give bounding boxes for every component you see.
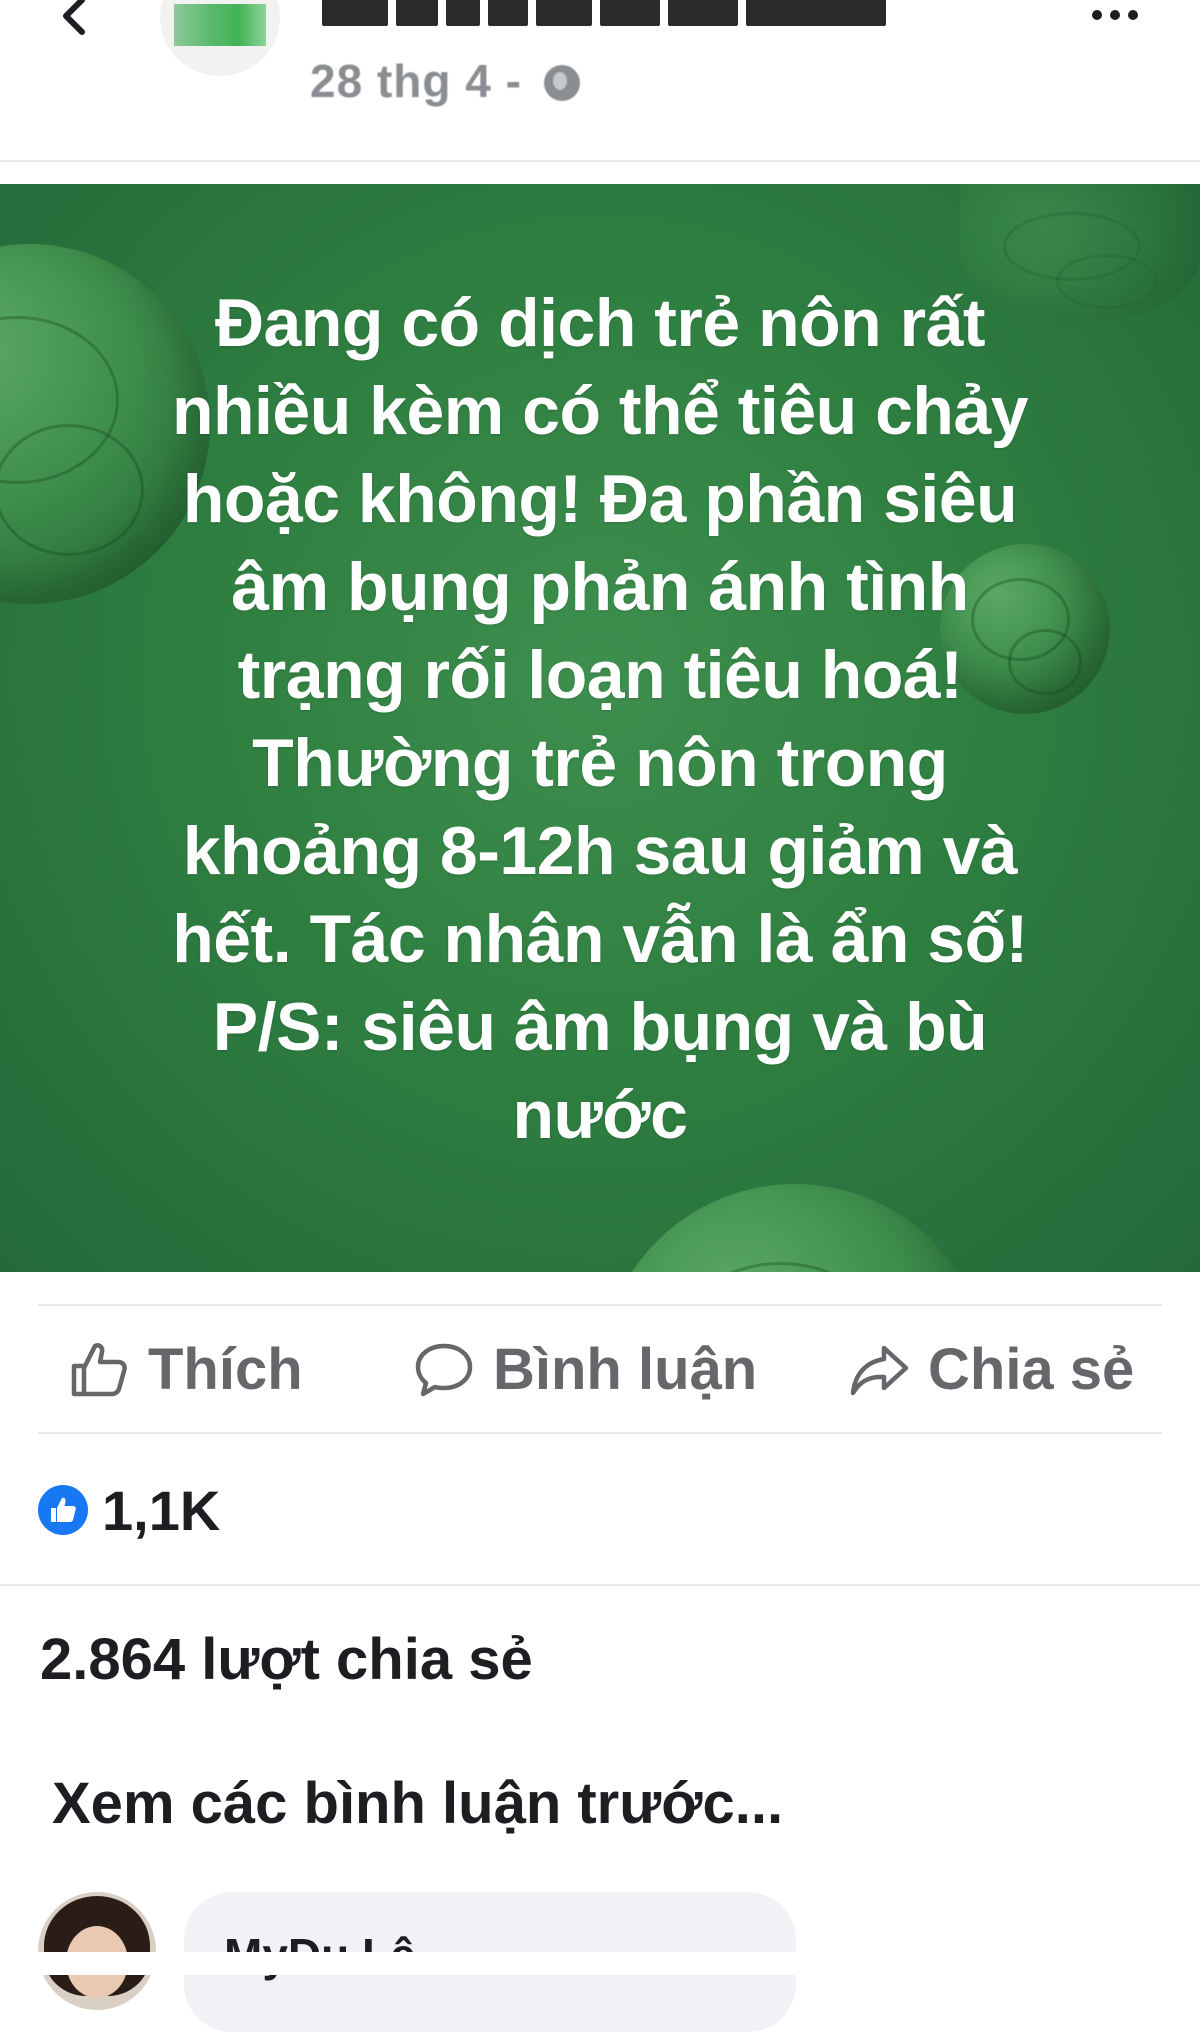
post-action-bar: Thích Bình luận Chia sẻ — [38, 1306, 1162, 1432]
globe-icon — [543, 65, 580, 101]
comment-label: Bình luận — [493, 1336, 758, 1402]
share-button[interactable]: Chia sẻ — [848, 1306, 1134, 1432]
screen-bottom-edge — [0, 1952, 1200, 1975]
post-text-line: Thường trẻ nôn trong — [252, 725, 948, 801]
post-timestamp[interactable]: 28 thg 4 - — [310, 54, 580, 108]
post-text-line: Đang có dịch trẻ nôn rất — [214, 285, 986, 361]
decorative-ball — [600, 1184, 990, 1272]
post-text-line: hết. Tác nhân vẫn là ẩn số! — [172, 901, 1028, 977]
divider — [0, 1584, 1200, 1586]
post-text-line: trạng rối loạn tiêu hoá! — [237, 637, 963, 713]
post-text-line: nhiều kèm có thể tiêu chảy — [171, 373, 1029, 449]
back-button[interactable] — [52, 0, 100, 42]
share-label: Chia sẻ — [928, 1336, 1135, 1402]
like-reaction-icon — [38, 1485, 88, 1535]
divider — [0, 160, 1200, 162]
share-arrow-icon — [850, 1345, 909, 1396]
dot — [1110, 10, 1120, 20]
post-text-line: hoặc không! Đa phần siêu — [182, 461, 1018, 537]
chevron-left-icon — [63, 0, 85, 35]
view-previous-comments-link[interactable]: Xem các bình luận trước... — [52, 1770, 783, 1837]
reaction-count: 1,1K — [102, 1478, 221, 1542]
divider — [38, 1432, 1162, 1434]
reactions-summary[interactable]: 1,1K — [38, 1478, 221, 1542]
author-name-blurred[interactable] — [322, 0, 938, 26]
post-header: 28 thg 4 - — [0, 0, 1200, 160]
dot — [1128, 10, 1138, 20]
share-count[interactable]: 2.864 lượt chia sẻ — [40, 1626, 533, 1693]
thumbs-up-icon — [71, 1343, 127, 1397]
commenter-avatar[interactable] — [38, 1892, 156, 2010]
dot — [1092, 10, 1102, 20]
thumbs-up-icon — [51, 1497, 76, 1522]
page-avatar[interactable] — [160, 0, 280, 76]
post-text-line: P/S: siêu âm bụng và bù — [212, 989, 988, 1065]
post-text-line: âm bụng phản ánh tình — [231, 549, 969, 625]
comment-icon — [415, 1343, 473, 1397]
like-label: Thích — [148, 1336, 303, 1402]
like-button[interactable]: Thích — [68, 1306, 303, 1432]
post-text-line: khoảng 8-12h sau giảm và — [182, 813, 1018, 889]
post-text-line: nước — [512, 1077, 688, 1153]
more-options-button[interactable] — [1092, 0, 1162, 30]
post-text: Đang có dịch trẻ nôn rất nhiều kèm có th… — [100, 279, 1100, 1159]
post-background-card[interactable]: Đang có dịch trẻ nôn rất nhiều kèm có th… — [0, 184, 1200, 1272]
post-date: 28 thg 4 - — [310, 55, 522, 107]
comment-button[interactable]: Bình luận — [413, 1306, 757, 1432]
